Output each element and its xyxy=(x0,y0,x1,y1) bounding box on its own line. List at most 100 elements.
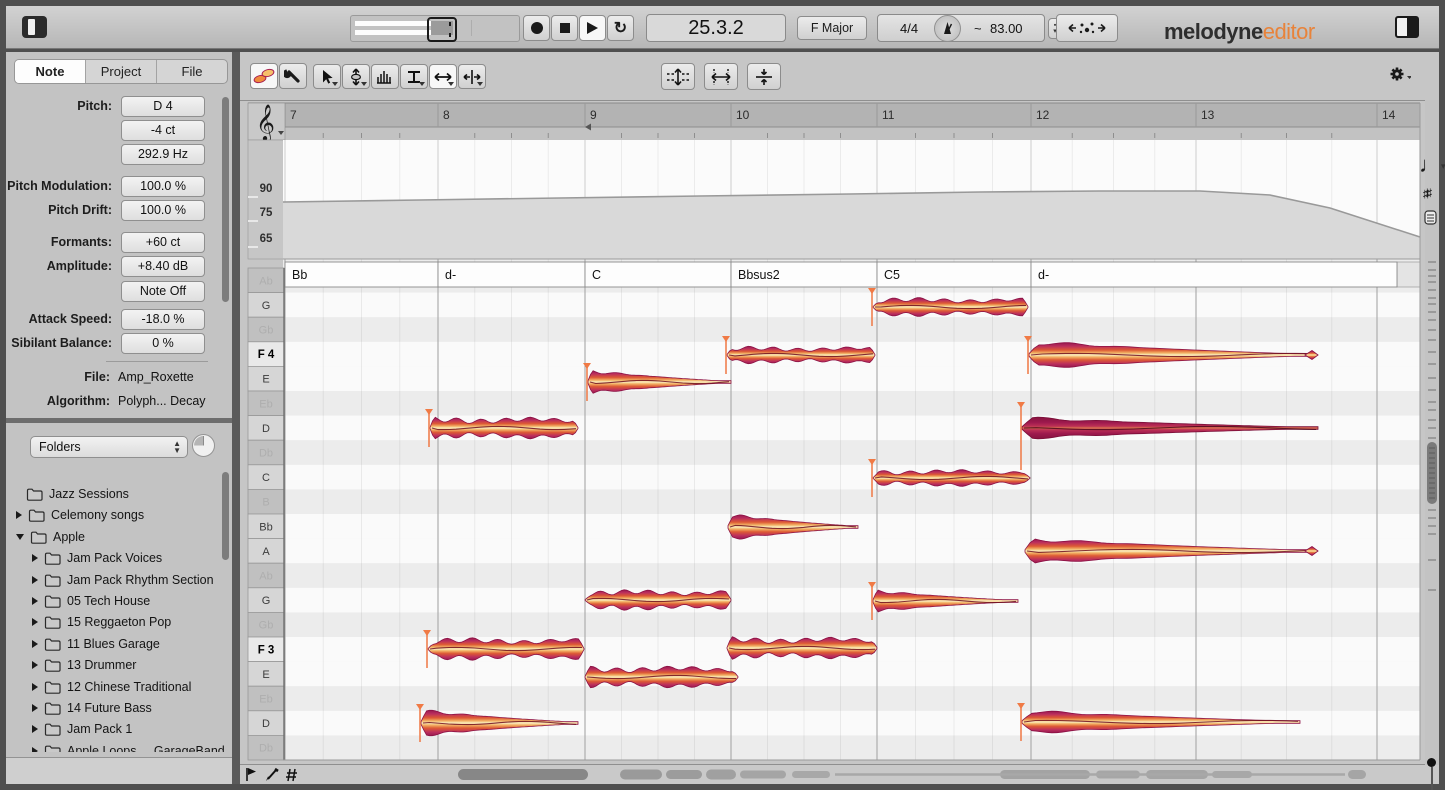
inspector-row: Pitch Modulation: 100.0 % xyxy=(6,176,232,197)
right-rail: ♩▾ ♯♯ xyxy=(1419,100,1445,790)
stop-button[interactable] xyxy=(551,15,578,41)
formant-tool-button[interactable] xyxy=(400,64,428,89)
correct-pitch-macro-button[interactable] xyxy=(661,63,695,90)
sidebar-toggle-button[interactable] xyxy=(22,16,47,38)
main-tool-button[interactable] xyxy=(313,64,341,89)
tree-item-12-chinese-traditional[interactable]: 12 Chinese Traditional xyxy=(32,677,191,697)
bottom-left-icons[interactable] xyxy=(244,766,314,783)
browser-pie-button[interactable] xyxy=(192,434,215,457)
algorithm-wrench-button[interactable] xyxy=(279,63,307,89)
tempo-value[interactable]: 83.00 xyxy=(990,21,1023,36)
tree-item-jazz-sessions[interactable]: Jazz Sessions xyxy=(26,484,129,504)
field-value-pitchmodulation[interactable]: 100.0 % xyxy=(121,176,205,197)
tool-caret xyxy=(477,82,483,86)
tempo-group: 4/4 ~ 83.00 xyxy=(877,14,1045,42)
scrub-thumb[interactable] xyxy=(427,17,457,42)
record-icon xyxy=(530,22,543,34)
pen-icon xyxy=(266,767,279,781)
expand-arrow-right[interactable] xyxy=(32,661,38,670)
field-label: Pitch Drift: xyxy=(48,203,112,217)
logo-melodyne: melodyne xyxy=(1164,19,1263,44)
scale-snap-icon[interactable]: ♯♯ xyxy=(1423,186,1432,200)
vertical-zoom-handle[interactable] xyxy=(1427,758,1436,767)
right-panel-toggle-button[interactable] xyxy=(1395,16,1419,38)
expand-arrow-right[interactable] xyxy=(32,746,38,752)
field-value-pitchdrift[interactable]: 100.0 % xyxy=(121,200,205,221)
field-label: Formants: xyxy=(50,235,112,249)
expand-arrow-down[interactable] xyxy=(16,533,24,540)
browser-filter-dropdown[interactable]: Folders ▲ ▼ xyxy=(30,436,188,458)
tab-project[interactable]: Project xyxy=(86,60,157,83)
flag-icon xyxy=(246,768,256,781)
scrub-slider[interactable] xyxy=(350,15,520,42)
tree-item-13-drummer[interactable]: 13 Drummer xyxy=(32,655,136,675)
tree-item-jam-pack-1[interactable]: Jam Pack 1 xyxy=(32,719,132,739)
field-value--4ct[interactable]: -4 ct xyxy=(121,120,205,141)
tree-item-11-blues-garage[interactable]: 11 Blues Garage xyxy=(32,634,160,654)
note-editor-button[interactable] xyxy=(1056,14,1118,42)
field-value-sibilantbalance[interactable]: 0 % xyxy=(121,333,205,354)
time-signature[interactable]: 4/4 xyxy=(900,21,918,36)
blob-view-button[interactable] xyxy=(250,63,278,89)
folder-icon xyxy=(44,659,61,672)
leveling-icon xyxy=(756,68,772,85)
expand-arrow-right[interactable] xyxy=(32,704,38,712)
tab-note[interactable]: Note xyxy=(15,60,86,83)
correct-pitch-icon xyxy=(667,67,689,86)
leveling-macro-button[interactable] xyxy=(747,63,781,90)
tab-file[interactable]: File xyxy=(157,60,227,83)
inspector-row: Attack Speed: -18.0 % xyxy=(6,309,232,330)
panel-divider[interactable] xyxy=(6,418,232,423)
expand-arrow-right[interactable] xyxy=(32,554,38,563)
amplitude-tool-button[interactable] xyxy=(429,64,457,89)
folder-icon xyxy=(44,552,61,565)
inspector-row: Note Off xyxy=(6,281,232,302)
tree-item-celemony-songs[interactable]: Celemony songs xyxy=(16,505,144,525)
expand-arrow-right[interactable] xyxy=(32,639,38,648)
tree-item-15-reggaeton-pop[interactable]: 15 Reggaeton Pop xyxy=(32,612,171,632)
key-button[interactable]: F Major xyxy=(797,16,867,40)
metronome-button[interactable] xyxy=(934,15,961,42)
browser-scrollbar[interactable] xyxy=(222,472,229,560)
inspector-scrollbar[interactable] xyxy=(222,97,229,302)
field-value-noteoff[interactable]: Note Off xyxy=(121,281,205,302)
tree-item-14-future-bass[interactable]: 14 Future Bass xyxy=(32,698,152,718)
field-value-formants[interactable]: +60 ct xyxy=(121,232,205,253)
inspector-row: 292.9 Hz xyxy=(6,144,232,165)
scale-edit-icon[interactable] xyxy=(1424,210,1438,226)
expand-arrow-right[interactable] xyxy=(32,725,38,734)
position-display[interactable]: 25.3.2 xyxy=(646,14,786,42)
quantize-time-macro-button[interactable] xyxy=(704,63,738,90)
pitch-overview-scrollbar[interactable] xyxy=(1425,260,1439,680)
tree-item-label: Apple xyxy=(53,529,85,544)
info-value: Polyph... Decay xyxy=(118,394,206,408)
expand-arrow-right[interactable] xyxy=(32,682,38,691)
tree-item-apple[interactable]: Apple xyxy=(16,527,85,547)
play-button[interactable] xyxy=(579,15,606,41)
tree-item-jam-pack-rhythm-section[interactable]: Jam Pack Rhythm Section xyxy=(32,570,214,590)
tree-item-apple-loops-garageband[interactable]: Apple Loops ... GarageBand xyxy=(32,741,225,752)
pitch-tool-button[interactable] xyxy=(342,64,370,89)
field-value-pitch[interactable]: D 4 xyxy=(121,96,205,117)
field-value-attackspeed[interactable]: -18.0 % xyxy=(121,309,205,330)
field-value-amplitude[interactable]: +8.40 dB xyxy=(121,256,205,277)
expand-arrow-right[interactable] xyxy=(16,511,22,520)
quarter-note-icon[interactable]: ♩▾ xyxy=(1419,152,1445,178)
expand-arrow-right[interactable] xyxy=(32,597,38,605)
timeline-overview-scrollbar[interactable] xyxy=(440,768,1370,781)
field-value-292.9hz[interactable]: 292.9 Hz xyxy=(121,144,205,165)
timing-tool-button[interactable] xyxy=(458,64,486,89)
metronome-icon xyxy=(944,22,953,34)
expand-arrow-right[interactable] xyxy=(32,575,38,584)
modulation-tool-button[interactable] xyxy=(371,64,399,89)
info-label: Algorithm: xyxy=(46,394,110,408)
cycle-button[interactable]: ↻ xyxy=(607,15,634,41)
expand-arrow-right[interactable] xyxy=(32,618,38,627)
settings-button[interactable] xyxy=(1389,66,1412,91)
record-button[interactable] xyxy=(523,15,550,41)
tree-item-jam-pack-voices[interactable]: Jam Pack Voices xyxy=(32,548,162,568)
panel-gutter[interactable] xyxy=(232,52,240,784)
tree-item-05-tech-house[interactable]: 05 Tech House xyxy=(32,591,150,611)
inspector-row: Pitch Drift: 100.0 % xyxy=(6,200,232,221)
inspector-row: Sibilant Balance: 0 % xyxy=(6,333,232,354)
